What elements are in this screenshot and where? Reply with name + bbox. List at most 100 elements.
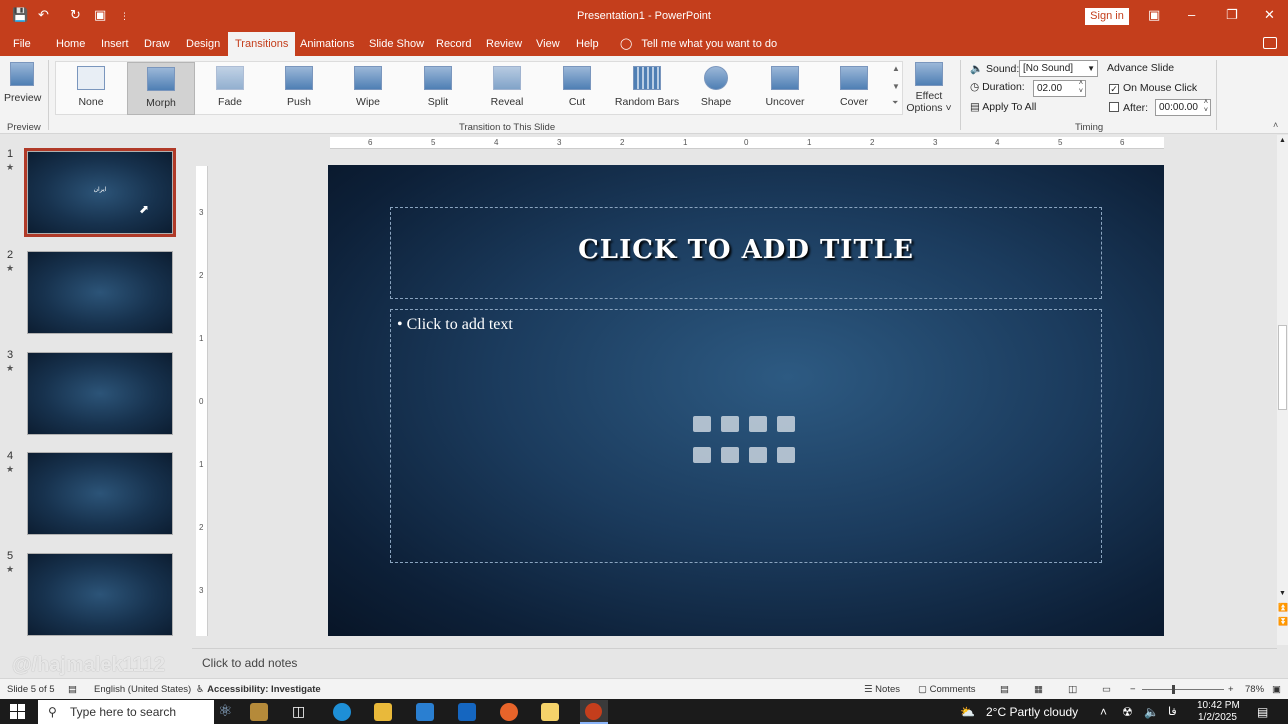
slide-thumbnail-3[interactable] (27, 352, 173, 435)
slide-thumbnail-5[interactable] (27, 553, 173, 636)
spell-check-icon[interactable]: ▤ (68, 684, 77, 695)
normal-view-icon[interactable]: ▤ (1000, 684, 1009, 695)
present-icon[interactable]: ▣ (94, 7, 106, 23)
transition-none[interactable]: None (57, 63, 125, 114)
slide-sorter-icon[interactable]: ▦ (1034, 684, 1043, 695)
wifi-icon[interactable]: ☢ (1122, 705, 1133, 719)
notes-toggle[interactable]: ☰ Notes (864, 684, 900, 695)
save-icon[interactable]: 💾 (12, 7, 28, 23)
3d-models-icon[interactable] (693, 447, 711, 463)
sign-in-button[interactable]: Sign in (1085, 8, 1129, 25)
title-placeholder[interactable]: CLICK TO ADD TITLE (390, 207, 1102, 299)
tell-me-search[interactable]: ◯ Tell me what you want to do (620, 32, 777, 56)
powerpoint-taskbar-button[interactable] (580, 700, 608, 724)
store-icon[interactable] (416, 703, 434, 721)
slide-thumbnail-1[interactable]: ایران ⬈ (24, 148, 176, 237)
customize-icon[interactable]: ⋮ (120, 11, 129, 22)
tab-review[interactable]: Review (486, 32, 522, 56)
zoom-slider[interactable] (1142, 685, 1224, 694)
tab-view[interactable]: View (536, 32, 560, 56)
tab-record[interactable]: Record (436, 32, 471, 56)
minimize-icon[interactable]: – (1188, 7, 1195, 22)
preview-button[interactable]: Preview (4, 62, 41, 104)
widget-icon[interactable] (250, 703, 268, 721)
transition-wipe[interactable]: Wipe (334, 63, 402, 108)
effect-options-button[interactable]: Effect Options ˅ (904, 62, 954, 114)
zoom-in-button[interactable]: + (1228, 684, 1234, 695)
tab-slide-show[interactable]: Slide Show (369, 32, 424, 56)
pictures-icon[interactable] (721, 416, 739, 432)
notes-pane[interactable]: Click to add notes (192, 648, 1277, 676)
tab-insert[interactable]: Insert (101, 32, 129, 56)
transition-fade[interactable]: Fade (196, 63, 264, 108)
tab-animations[interactable]: Animations (300, 32, 354, 56)
comments-toggle[interactable]: ▢ Comments (918, 684, 976, 695)
ribbon-display-icon[interactable]: ▣ (1148, 7, 1160, 23)
transition-reveal[interactable]: Reveal (473, 63, 541, 108)
language-status[interactable]: English (United States) (94, 684, 191, 695)
zoom-level[interactable]: 78% (1245, 684, 1264, 695)
gallery-up-icon[interactable]: ▲ (892, 64, 900, 73)
redo-icon[interactable]: ↻ (70, 7, 81, 23)
transition-split[interactable]: Split (404, 63, 472, 108)
photos-icon[interactable] (541, 703, 559, 721)
edge-icon[interactable] (333, 703, 351, 721)
zoom-slider-thumb[interactable] (1172, 685, 1175, 694)
after-checkbox[interactable]: After: (1109, 102, 1148, 114)
scrollbar-thumb[interactable] (1278, 325, 1287, 410)
tab-file[interactable]: File (13, 32, 31, 56)
tab-help[interactable]: Help (576, 32, 599, 56)
comment-icon[interactable] (1263, 37, 1277, 49)
vertical-scrollbar[interactable]: ▲ ▼ ⏫ ⏬ (1277, 135, 1288, 645)
tab-draw[interactable]: Draw (144, 32, 170, 56)
volume-icon[interactable]: 🔈 (1144, 705, 1159, 719)
transition-random-bars[interactable]: Random Bars (612, 63, 682, 108)
task-view-icon[interactable]: ◫ (292, 703, 310, 721)
weather-text[interactable]: 2°C Partly cloudy (986, 705, 1078, 719)
smartart-icon[interactable] (777, 416, 795, 432)
clock-date[interactable]: 1/2/2025 (1198, 712, 1237, 723)
windows-start-icon[interactable] (10, 704, 25, 719)
tab-design[interactable]: Design (186, 32, 220, 56)
fit-slide-icon[interactable]: ▣ (1272, 684, 1281, 695)
input-language[interactable]: فا (1168, 705, 1177, 718)
reading-view-icon[interactable]: ◫ (1068, 684, 1077, 695)
tray-overflow-icon[interactable]: ˄ (1100, 705, 1107, 719)
weather-icon[interactable]: ⛅ (960, 705, 975, 719)
scroll-up-icon[interactable]: ▲ (1279, 137, 1286, 144)
tab-transitions[interactable]: Transitions (228, 32, 296, 57)
tab-home[interactable]: Home (56, 32, 85, 56)
collapse-ribbon-icon[interactable]: ˄ (1273, 120, 1278, 130)
stock-images-icon[interactable] (693, 416, 711, 432)
accessibility-status[interactable]: ♿ Accessibility: Investigate (196, 684, 321, 695)
slideshow-view-icon[interactable]: ▭ (1102, 684, 1111, 695)
slide-thumbnail-4[interactable] (27, 452, 173, 535)
transition-morph[interactable]: Morph (127, 62, 195, 115)
gallery-more-icon[interactable]: ⏷ (892, 98, 898, 108)
outlook-icon[interactable] (458, 703, 476, 721)
notifications-icon[interactable]: ▤ (1257, 705, 1268, 719)
chart-icon[interactable] (777, 447, 795, 463)
transition-cover[interactable]: Cover (820, 63, 888, 108)
apply-to-all-button[interactable]: ▤ Apply To All (970, 101, 1036, 113)
content-placeholder[interactable]: • Click to add text (390, 309, 1102, 563)
sound-select[interactable]: [No Sound] ▼ (1019, 60, 1098, 77)
slide-thumbnail-2[interactable] (27, 251, 173, 334)
icons-icon[interactable] (749, 416, 767, 432)
clock-time[interactable]: 10:42 PM (1197, 700, 1240, 711)
after-time-spinner[interactable]: 00:00.00 ˄ ˅ (1155, 99, 1211, 116)
scroll-down-icon[interactable]: ▼ (1279, 590, 1286, 597)
previous-slide-icon[interactable]: ⏫ (1278, 603, 1288, 612)
duration-spinner[interactable]: 02.00 ˄ ˅ (1033, 80, 1086, 97)
slide-canvas[interactable]: CLICK TO ADD TITLE • Click to add text (328, 165, 1164, 636)
next-slide-icon[interactable]: ⏬ (1278, 617, 1288, 626)
transition-cut[interactable]: Cut (543, 63, 611, 108)
gallery-down-icon[interactable]: ▼ (892, 82, 900, 91)
spinner-arrows-icon[interactable]: ˄ ˅ (1204, 99, 1208, 115)
transition-uncover[interactable]: Uncover (751, 63, 819, 108)
table-icon[interactable] (749, 447, 767, 463)
zoom-out-button[interactable]: − (1130, 684, 1136, 695)
atom-icon[interactable]: ⚛ (218, 701, 236, 720)
on-mouse-click-checkbox[interactable]: ✓ On Mouse Click (1109, 82, 1197, 94)
taskbar-search[interactable]: ⚲ Type here to search (38, 700, 214, 724)
